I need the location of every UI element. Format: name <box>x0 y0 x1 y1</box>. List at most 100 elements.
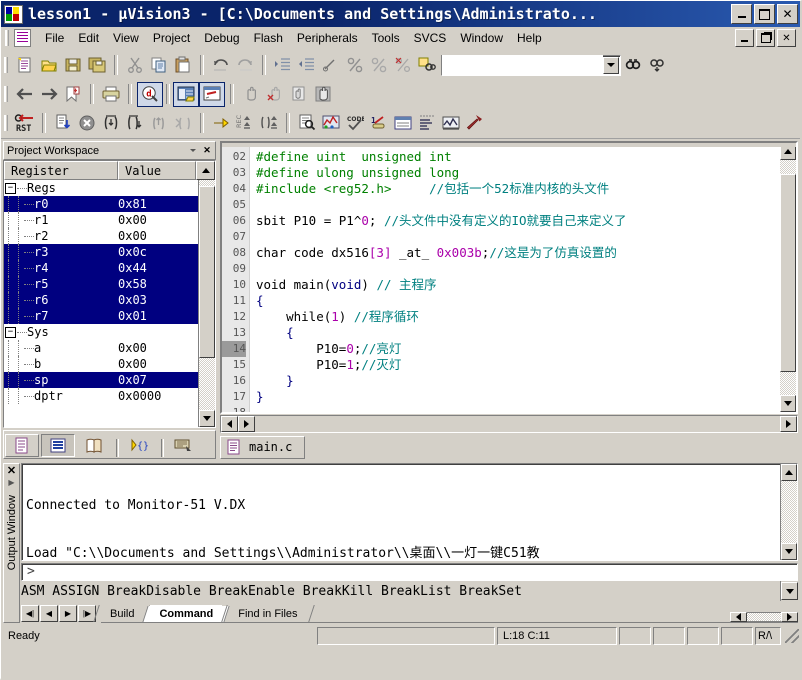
run-icon[interactable] <box>51 112 75 135</box>
tab-next-button[interactable]: ▶ <box>59 604 77 622</box>
performance-analyzer-icon[interactable]: 1 <box>367 112 391 135</box>
command-input-line[interactable]: > <box>21 562 798 581</box>
menu-project[interactable]: Project <box>146 28 197 48</box>
scrollbar-thumb[interactable] <box>199 186 215 358</box>
output-tab-build[interactable]: Build <box>93 605 152 622</box>
line-number[interactable]: 17 <box>222 389 246 405</box>
code-line[interactable]: char code dx516[3] _at_ 0x003b;//这是为了仿真设… <box>256 245 780 261</box>
paste-icon[interactable] <box>171 54 195 77</box>
cursor-hand-remove-icon[interactable] <box>263 83 287 106</box>
output-tab-hscroll[interactable] <box>730 612 798 622</box>
bookmark-next-icon[interactable] <box>367 54 391 77</box>
stop-icon[interactable] <box>75 112 99 135</box>
register-value[interactable]: 0x0c <box>118 245 198 259</box>
menu-tools[interactable]: Tools <box>365 28 407 48</box>
toolbar1-grip[interactable] <box>4 57 9 73</box>
register-value[interactable]: 0x81 <box>118 197 198 211</box>
editor-scroll-right-button[interactable] <box>238 416 255 432</box>
memory-window-icon[interactable] <box>391 112 415 135</box>
find-combobox[interactable] <box>441 54 621 76</box>
register-value[interactable]: 0x44 <box>118 261 198 275</box>
maximize-button[interactable] <box>754 4 775 24</box>
code-line[interactable]: #define uint unsigned int <box>256 149 780 165</box>
code-coverage-icon[interactable]: CODE <box>343 112 367 135</box>
line-number[interactable]: 16 <box>222 373 246 389</box>
register-scroll-up-button[interactable] <box>196 161 215 180</box>
code-line[interactable]: sbit P10 = P1^0; //头文件中没有定义的IO就要自己来定义了 <box>256 213 780 229</box>
workspace-tab-regs[interactable] <box>41 434 75 457</box>
cut-icon[interactable] <box>123 54 147 77</box>
code-line[interactable]: { <box>256 293 780 309</box>
print-icon[interactable] <box>99 83 123 106</box>
code-line[interactable]: P10=1;//灭灯 <box>256 357 780 373</box>
line-number[interactable]: 13 <box>222 325 246 341</box>
mdi-restore-button[interactable] <box>756 29 775 47</box>
output-window-icon[interactable] <box>199 81 225 107</box>
editor-scroll-thumb[interactable] <box>780 174 796 372</box>
table-row[interactable]: r3 0x0c <box>4 244 198 260</box>
find-next-icon[interactable] <box>645 54 669 77</box>
line-number[interactable]: 03 <box>222 165 246 181</box>
reset-cpu-icon[interactable]: RST <box>13 112 37 135</box>
close-button[interactable]: ✕ <box>777 4 798 24</box>
output-scroll-up-button[interactable] <box>781 464 797 481</box>
register-value[interactable]: 0x0000 <box>118 389 198 403</box>
menu-view[interactable]: View <box>106 28 146 48</box>
toolbar2-grip[interactable] <box>4 86 9 102</box>
trace-record-icon[interactable]: REC <box>233 112 257 135</box>
menu-help[interactable]: Help <box>510 28 549 48</box>
tree-group-regs[interactable]: − Regs <box>4 180 198 196</box>
menu-debug[interactable]: Debug <box>197 28 246 48</box>
resize-grip[interactable] <box>785 629 799 643</box>
table-row[interactable]: a 0x00 <box>4 340 198 356</box>
panel-menu-icon[interactable] <box>187 144 199 157</box>
code-line[interactable] <box>256 261 780 277</box>
code-line[interactable]: } <box>256 389 780 405</box>
table-row[interactable]: r0 0x81 <box>4 196 198 212</box>
output-hscroll-left-button[interactable] <box>730 612 747 622</box>
cursor-hand-icon[interactable] <box>239 83 263 106</box>
table-row[interactable]: sp 0x07 <box>4 372 198 388</box>
table-row[interactable]: r7 0x01 <box>4 308 198 324</box>
output-close-icon[interactable]: ✕ <box>7 466 16 477</box>
collapse-toggle-sys[interactable]: − <box>5 326 16 338</box>
column-header-value[interactable]: Value <box>118 161 196 180</box>
project-window-icon[interactable] <box>173 81 199 107</box>
find-icon[interactable] <box>621 54 645 77</box>
output-hscroll-track[interactable] <box>747 612 781 622</box>
output-tab-command[interactable]: Command <box>142 605 230 622</box>
workspace-tab-functions[interactable]: {} <box>122 434 156 457</box>
workspace-tab-files[interactable] <box>5 434 39 457</box>
symbol-window-icon[interactable] <box>415 112 439 135</box>
toolbar3-grip[interactable] <box>4 115 9 131</box>
disassembly-window-icon[interactable] <box>295 112 319 135</box>
minimize-button[interactable] <box>731 4 752 24</box>
find-input[interactable] <box>442 54 603 76</box>
code-line[interactable]: #include <reg52.h> //包括一个52标准内核的头文件 <box>256 181 780 197</box>
menu-window[interactable]: Window <box>453 28 510 48</box>
output-scroll-down-button[interactable] <box>781 542 797 560</box>
menubar-grip[interactable] <box>5 30 10 46</box>
code-line[interactable] <box>256 197 780 213</box>
output-pin-icon[interactable]: ▶ <box>8 478 14 487</box>
line-number[interactable]: 15 <box>222 357 246 373</box>
bookmark-icon[interactable] <box>61 83 85 106</box>
output-hscroll-right-button[interactable] <box>781 612 798 622</box>
mdi-close-button[interactable]: ✕ <box>777 29 796 47</box>
save-icon[interactable] <box>61 54 85 77</box>
register-value[interactable]: 0x58 <box>118 277 198 291</box>
scrollbar-track-bottom[interactable] <box>199 358 215 410</box>
code-line[interactable]: P10=0;//亮灯 <box>256 341 780 357</box>
register-value[interactable]: 0x00 <box>118 357 198 371</box>
line-number[interactable]: 12 <box>222 309 246 325</box>
code-line[interactable] <box>256 405 780 412</box>
indent-icon[interactable] <box>271 54 295 77</box>
bookmark-toggle-icon[interactable] <box>343 54 367 77</box>
output-text-area[interactable]: Connected to Monitor-51 V.DX Load "C:\\D… <box>21 463 798 561</box>
register-value[interactable]: 0x00 <box>118 341 198 355</box>
editor-scroll-down-button[interactable] <box>780 395 796 413</box>
line-number[interactable]: 05 <box>222 197 246 213</box>
menu-edit[interactable]: Edit <box>71 28 106 48</box>
table-row[interactable]: r4 0x44 <box>4 260 198 276</box>
code-text[interactable]: #define uint unsigned int #define ulong u… <box>250 143 780 412</box>
